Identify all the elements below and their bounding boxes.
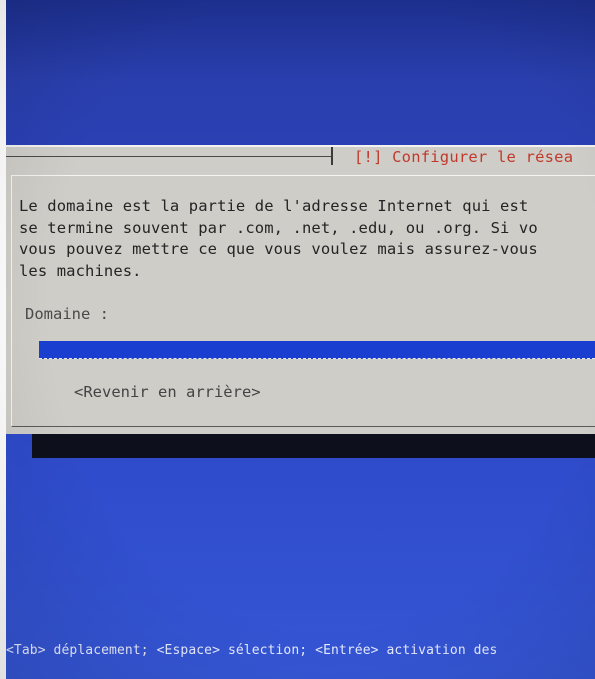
- back-button[interactable]: <Revenir en arrière>: [74, 383, 261, 401]
- configure-network-dialog: [!] Configurer le résea Le domaine est l…: [6, 145, 595, 434]
- title-rule: [6, 156, 331, 157]
- dialog-title: [!] Configurer le résea: [354, 148, 574, 166]
- domain-description: Le domaine est la partie de l'adresse In…: [19, 197, 538, 280]
- dialog-shadow: [32, 432, 595, 458]
- keyboard-help-bar: <Tab> déplacement; <Espace> sélection; <…: [6, 643, 498, 658]
- installer-screen: [!] Configurer le résea Le domaine est l…: [6, 0, 595, 679]
- domain-input[interactable]: [39, 341, 595, 359]
- title-rule-tick: [331, 147, 333, 165]
- domain-field-label: Domaine :: [25, 305, 109, 323]
